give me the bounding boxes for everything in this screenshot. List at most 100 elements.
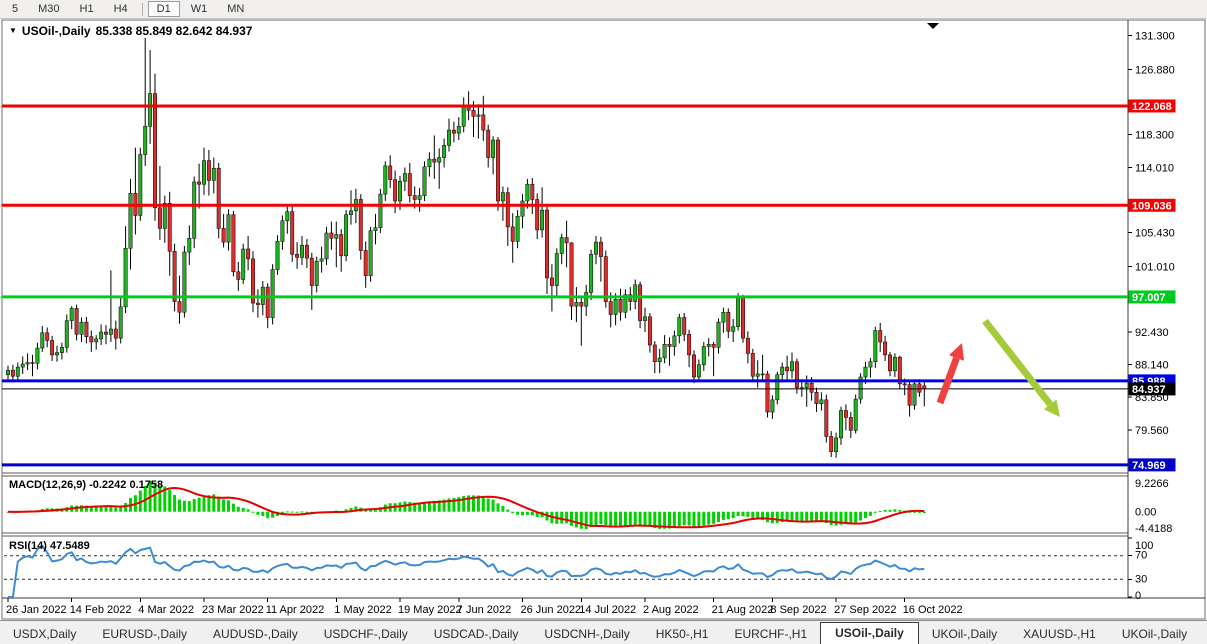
candle-body (819, 399, 824, 404)
candle-body (192, 181, 197, 239)
macd-histogram-bar (770, 511, 774, 524)
candle-body (770, 399, 775, 413)
macd-histogram-bar (525, 511, 529, 515)
macd-max-label: 9.2266 (1135, 478, 1169, 490)
candle-body (696, 364, 701, 378)
macd-histogram-bar (261, 511, 265, 517)
macd-histogram-bar (124, 503, 128, 512)
candle-body (564, 237, 569, 244)
macd-histogram-bar (859, 511, 863, 521)
macd-histogram-bar (290, 511, 294, 513)
candle-body (148, 93, 153, 127)
symbol-tab-bar: USDX,Daily EURUSD-,Daily AUDUSD-,Daily USDC… (0, 620, 1207, 644)
period-button-mn[interactable]: MN (218, 1, 253, 17)
macd-histogram-bar (182, 500, 186, 512)
period-button-h1[interactable]: H1 (71, 1, 103, 17)
tab-hk50-h1[interactable]: HK50-,H1 (643, 624, 722, 644)
macd-histogram-bar (80, 505, 83, 512)
macd-histogram-bar (726, 511, 730, 520)
tab-audusd-daily[interactable]: AUDUSD-,Daily (200, 624, 311, 644)
candle-body (241, 248, 246, 280)
chart-title: ▼ USOil-,Daily 85.338 85.849 82.642 84.9… (9, 24, 252, 38)
macd-histogram-bar (408, 502, 412, 512)
tab-ukoil-daily[interactable]: UKOil-,Daily (919, 624, 1010, 644)
macd-histogram-bar (217, 496, 221, 512)
price-label-text: 84.937 (1132, 384, 1166, 396)
tab-ukoil-daily[interactable]: UKOil-,Daily (1109, 624, 1200, 644)
candle-body (892, 356, 897, 372)
macd-histogram-bar (521, 511, 524, 516)
macd-histogram-bar (530, 511, 534, 516)
period-button-d1[interactable]: D1 (147, 1, 180, 17)
macd-histogram-bar (888, 509, 892, 512)
macd-histogram-bar (241, 507, 245, 512)
tab-usdchf-daily[interactable]: USDCHF-,Daily (311, 624, 421, 644)
tab-usoil-daily[interactable]: USOil-,Daily (820, 622, 919, 644)
price-tick-label: 79.560 (1135, 425, 1169, 437)
candle-body (692, 354, 696, 378)
date-tick-label: 7 Jun 2022 (457, 604, 511, 616)
candle-body (40, 332, 45, 349)
candle-body (848, 417, 853, 431)
date-tick-label: 11 Apr 2022 (266, 604, 325, 616)
candle-body (270, 269, 275, 318)
macd-histogram-bar (491, 499, 495, 512)
period-button-m30[interactable]: M30 (29, 1, 68, 17)
macd-histogram-bar (619, 511, 622, 527)
macd-histogram-bar (614, 511, 618, 527)
candle-body (157, 207, 162, 229)
period-button-5[interactable]: 5 (3, 1, 27, 17)
tab-eurchf-h1[interactable]: EURCHF-,H1 (721, 624, 820, 644)
price-label-text: 109.036 (1132, 200, 1172, 212)
candle-body (206, 160, 211, 181)
candle-body (638, 284, 643, 321)
candle-body (153, 93, 157, 209)
macd-histogram-bar (579, 511, 583, 529)
macd-histogram-bar (810, 511, 814, 521)
macd-histogram-bar (834, 511, 838, 526)
chart-dropdown-icon[interactable]: ▼ (9, 27, 17, 35)
macd-histogram-bar (819, 511, 823, 522)
macd-histogram-bar (565, 511, 569, 524)
candle-body (824, 399, 829, 437)
tab-usdx-daily[interactable]: USDX,Daily (0, 624, 89, 644)
tab-usdcnh-daily[interactable]: USDCNH-,Daily (531, 624, 642, 644)
rsi-tick-label: 70 (1135, 550, 1147, 562)
candle-body (741, 296, 745, 339)
candle-body (491, 139, 496, 158)
macd-histogram-bar (246, 509, 250, 512)
macd-histogram-bar (486, 498, 490, 512)
chart-canvas[interactable]: 131.300 126.880 118.300 114.010 105.430 101.0… (0, 19, 1207, 620)
candle-body (701, 346, 706, 366)
candle-body (613, 299, 618, 315)
price-tick-label: 105.430 (1135, 228, 1175, 240)
candle-body (809, 382, 814, 393)
candle-body (280, 220, 285, 242)
macd-histogram-bar (173, 494, 177, 512)
macd-histogram-bar (643, 511, 647, 526)
macd-histogram-bar (648, 511, 652, 527)
date-tick-label: 2 Aug 2022 (643, 604, 699, 616)
candle-body (584, 292, 589, 307)
candle-body (6, 369, 10, 375)
period-button-w1[interactable]: W1 (182, 1, 217, 17)
macd-histogram-bar (251, 511, 255, 513)
candle-body (314, 260, 319, 286)
tab-xauusd-h1[interactable]: XAUUSD-,H1 (1010, 624, 1109, 644)
tab-eurusd-daily[interactable]: EURUSD-,Daily (89, 624, 200, 644)
candle-body (349, 210, 353, 215)
candle-body (496, 139, 500, 202)
macd-histogram-bar (104, 506, 108, 512)
candle-body (804, 382, 809, 388)
macd-histogram-bar (496, 503, 500, 512)
candle-body (412, 195, 417, 200)
candle-body (706, 343, 711, 347)
macd-histogram-bar (570, 511, 573, 526)
macd-histogram-bar (805, 511, 809, 521)
macd-indicator-label: MACD(12,26,9) -0.2242 0.1758 (9, 479, 163, 491)
candle-body (481, 114, 486, 131)
tab-scroll-left-icon[interactable]: ◄ (1200, 626, 1207, 644)
tab-usdcad-daily[interactable]: USDCAD-,Daily (421, 624, 532, 644)
period-button-h4[interactable]: H4 (105, 1, 137, 17)
candle-body (231, 214, 236, 273)
